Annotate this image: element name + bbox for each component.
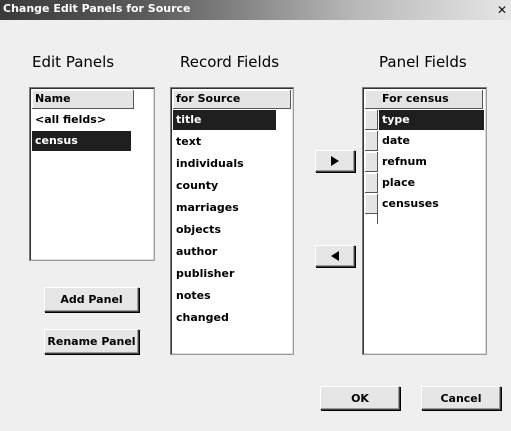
window-title: Change Edit Panels for Source xyxy=(3,2,191,15)
record-fields-heading: Record Fields xyxy=(180,53,280,71)
record-fields-list[interactable]: for Source title text individuals county… xyxy=(170,87,294,355)
close-icon[interactable]: ✕ xyxy=(494,2,510,18)
change-edit-panels-dialog: Change Edit Panels for Source ✕ Edit Pan… xyxy=(0,0,511,431)
record-field-item[interactable]: objects xyxy=(173,220,276,240)
row-handle[interactable] xyxy=(365,194,378,214)
panel-field-item[interactable]: date xyxy=(379,131,484,151)
edit-panel-item-all-fields[interactable]: <all fields> xyxy=(32,110,131,130)
record-field-item[interactable]: author xyxy=(173,242,276,262)
rename-panel-button[interactable]: Rename Panel xyxy=(44,329,139,354)
record-field-item[interactable]: county xyxy=(173,176,276,196)
record-field-item[interactable]: individuals xyxy=(173,154,276,174)
triangle-right-icon xyxy=(331,156,339,166)
panel-field-item[interactable]: type xyxy=(379,110,484,130)
record-field-item[interactable]: marriages xyxy=(173,198,276,218)
title-bar[interactable]: Change Edit Panels for Source ✕ xyxy=(0,0,511,20)
panel-field-item[interactable]: place xyxy=(379,173,484,193)
edit-panels-heading: Edit Panels xyxy=(32,53,115,71)
edit-panels-column-header[interactable]: Name xyxy=(32,90,134,109)
remove-field-button[interactable] xyxy=(315,245,355,267)
row-handle[interactable] xyxy=(365,110,378,130)
record-fields-column-header[interactable]: for Source xyxy=(173,90,291,109)
edit-panel-item-census[interactable]: census xyxy=(32,131,131,151)
record-field-item[interactable]: text xyxy=(173,132,276,152)
row-handle[interactable] xyxy=(365,173,378,193)
panel-fields-list[interactable]: For census type date refnum place census… xyxy=(362,87,487,355)
add-panel-button[interactable]: Add Panel xyxy=(44,287,139,312)
record-field-item[interactable]: publisher xyxy=(173,264,276,284)
record-field-item[interactable]: changed xyxy=(173,308,276,328)
triangle-left-icon xyxy=(331,251,339,261)
record-field-item[interactable]: title xyxy=(173,110,276,130)
record-field-item[interactable]: notes xyxy=(173,286,276,306)
panel-fields-column-header[interactable]: For census xyxy=(365,90,483,109)
add-field-button[interactable] xyxy=(315,150,355,172)
row-handle[interactable] xyxy=(365,152,378,172)
cancel-button[interactable]: Cancel xyxy=(421,386,501,410)
ok-button[interactable]: OK xyxy=(320,386,400,410)
row-handle[interactable] xyxy=(365,131,378,151)
edit-panels-list[interactable]: Name <all fields> census xyxy=(29,87,155,261)
panel-fields-heading: Panel Fields xyxy=(379,53,467,71)
panel-field-item[interactable]: censuses xyxy=(379,194,484,214)
panel-field-item[interactable]: refnum xyxy=(379,152,484,172)
row-gutter xyxy=(365,214,378,224)
